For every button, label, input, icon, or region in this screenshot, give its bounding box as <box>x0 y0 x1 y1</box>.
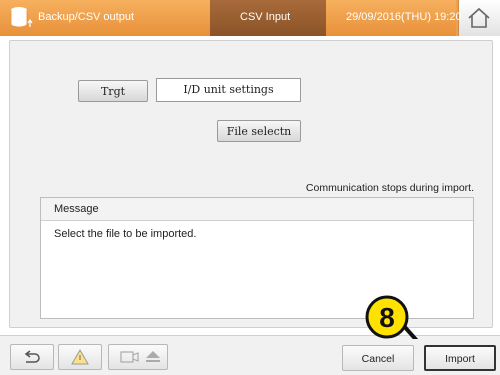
warning-button[interactable] <box>58 344 102 370</box>
datetime-label: 29/09/2016(THU) 19:20 <box>346 11 462 23</box>
warning-icon <box>71 348 89 365</box>
callout-number: 8 <box>379 302 395 333</box>
cancel-button[interactable]: Cancel <box>342 345 414 371</box>
back-button[interactable] <box>10 344 54 370</box>
message-header: Message <box>41 198 473 221</box>
import-button[interactable]: Import <box>424 345 496 371</box>
page-title: CSV Input <box>240 11 291 23</box>
section-label: Backup/CSV output <box>38 11 135 23</box>
eject-icon <box>146 351 160 362</box>
message-text: Select the file to be imported. <box>54 228 197 240</box>
message-heading: Message <box>54 203 99 215</box>
back-icon <box>24 350 40 363</box>
database-icon <box>10 7 33 28</box>
camera-icon <box>120 351 139 363</box>
import-note: Communication stops during import. <box>305 182 474 194</box>
step-callout-8: 8 <box>365 295 419 339</box>
target-value-field: I/D unit settings <box>156 78 301 102</box>
target-button[interactable]: Trgt <box>78 80 148 102</box>
home-icon <box>468 7 490 28</box>
file-select-button[interactable]: File selectn <box>217 120 301 142</box>
camera-eject-button[interactable] <box>108 344 168 370</box>
